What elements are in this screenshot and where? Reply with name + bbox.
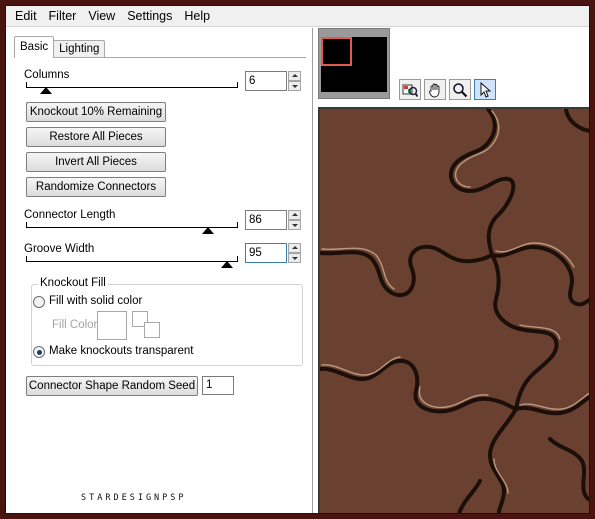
columns-spinner: 6 [245,71,301,91]
connector-length-up-arrow-icon[interactable] [288,210,301,220]
settings-panel: Basic Lighting Columns 6 Knockout 10% Re… [6,28,313,513]
columns-label: Columns [24,69,70,81]
randomize-connectors-button[interactable]: Randomize Connectors [26,177,166,197]
preview-map-button[interactable] [399,79,421,100]
connector-length-label: Connector Length [24,209,116,221]
menu-settings[interactable]: Settings [121,6,178,27]
groove-width-up-arrow-icon[interactable] [288,243,301,253]
invert-all-pieces-button[interactable]: Invert All Pieces [26,152,166,172]
knockout-fill-title: Knockout Fill [38,277,108,289]
groove-width-input[interactable]: 95 [245,243,287,263]
fill-color-swatch[interactable] [97,311,127,340]
connector-length-down-arrow-icon[interactable] [288,220,301,230]
menu-view[interactable]: View [82,6,121,27]
jigsaw-preview-image [320,109,589,513]
hand-pan-icon [429,83,440,97]
tab-strip: Basic Lighting [14,36,106,58]
fill-color-label: Fill Color [52,319,98,331]
columns-slider-thumb[interactable] [40,87,52,94]
columns-input[interactable]: 6 [245,71,287,91]
filter-dialog: Edit Filter View Settings Help Basic Lig… [5,5,590,514]
groove-width-slider-thumb[interactable] [221,261,233,268]
columns-spin-buttons [288,71,301,91]
thumbnail-viewport-marker[interactable] [321,37,352,66]
menu-edit[interactable]: Edit [9,6,43,27]
groove-width-spinner: 95 [245,243,301,263]
zoom-button[interactable] [449,79,471,100]
fill-solid-label[interactable]: Fill with solid color [49,295,142,307]
tab-divider [14,57,306,58]
zoom-icon [453,82,468,97]
connector-length-spin-buttons [288,210,301,230]
menu-help[interactable]: Help [178,6,216,27]
preview-canvas[interactable] [318,107,589,513]
columns-down-arrow-icon[interactable] [288,81,301,91]
select-pointer-button[interactable] [474,79,496,100]
connector-length-spinner: 86 [245,210,301,230]
preview-map-icon [402,84,418,97]
restore-all-pieces-button[interactable]: Restore All Pieces [26,127,166,147]
connector-shape-random-seed-button[interactable]: Connector Shape Random Seed [26,376,198,396]
tab-lighting[interactable]: Lighting [53,40,106,58]
groove-width-slider-track[interactable] [26,256,238,262]
pointer-arrow-icon [480,81,492,98]
watermark-text: STARDESIGNPSP [81,493,187,503]
transparent-label[interactable]: Make knockouts transparent [49,345,193,357]
groove-width-label: Groove Width [24,243,95,255]
connector-length-input[interactable]: 86 [245,210,287,230]
tab-basic[interactable]: Basic [14,36,55,58]
pan-button[interactable] [424,79,446,100]
navigator-thumbnail[interactable] [318,28,390,99]
seed-input[interactable]: 1 [202,376,234,395]
fill-solid-radio[interactable] [33,296,45,308]
connector-length-slider-thumb[interactable] [202,227,214,234]
groove-width-down-arrow-icon[interactable] [288,253,301,263]
groove-width-spin-buttons [288,243,301,263]
menu-bar: Edit Filter View Settings Help [6,6,589,27]
view-toolbar [399,79,496,100]
panel-divider [312,28,313,513]
transparent-radio[interactable] [33,346,45,358]
menu-filter[interactable]: Filter [43,6,83,27]
columns-slider-track[interactable] [26,82,238,88]
columns-up-arrow-icon[interactable] [288,71,301,81]
knockout-remaining-button[interactable]: Knockout 10% Remaining [26,102,166,122]
fill-color-front-swatch[interactable] [144,322,160,338]
